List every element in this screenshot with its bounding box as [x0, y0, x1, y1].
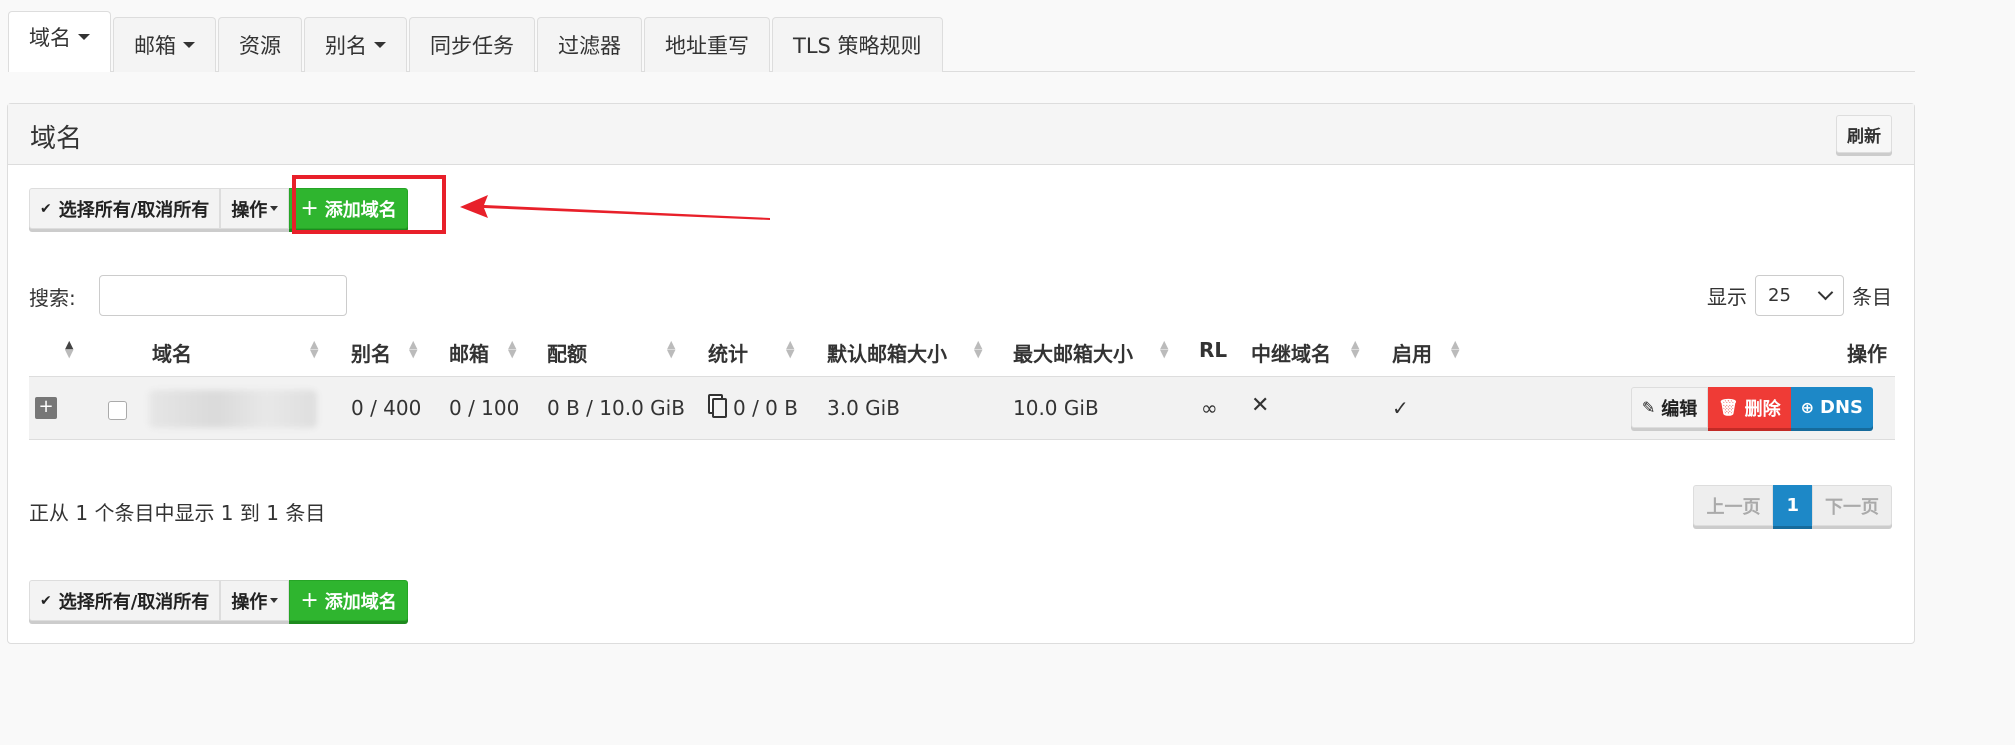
cell-max-mailbox-size: 10.0 GiB — [1013, 396, 1099, 420]
th-default-mailbox-size[interactable]: 默认邮箱大小 — [827, 338, 947, 367]
expand-row-button[interactable]: + — [35, 397, 57, 419]
sort-icon: ▲ ▼ — [786, 338, 795, 360]
sort-icon: ▲ ▼ — [508, 338, 517, 360]
cell-default-mailbox-size: 3.0 GiB — [827, 396, 900, 420]
row-actions: ✎ 编辑 🗑 删除 ⊕ DNS — [1630, 387, 1873, 428]
page-length-control: 显示 25 条目 — [1707, 275, 1892, 316]
select-all-button[interactable]: ✔ 选择所有/取消所有 — [29, 188, 221, 229]
tab-domains[interactable]: 域名 — [8, 11, 111, 72]
th-relay-domain[interactable]: 中继域名 — [1251, 338, 1331, 367]
row-checkbox[interactable] — [108, 401, 127, 420]
panel-heading: 域名 刷新 — [8, 104, 1914, 165]
add-domain-button-bottom[interactable]: + 添加域名 — [289, 580, 408, 621]
th-actions: 操作 — [1847, 342, 1887, 366]
chevron-down-icon — [1817, 284, 1834, 301]
prev-page-button[interactable]: 上一页 — [1693, 485, 1774, 526]
tab-address-rewriting[interactable]: 地址重写 — [644, 17, 770, 72]
search-input[interactable] — [99, 275, 347, 316]
th-domain[interactable]: 域名 — [152, 338, 192, 367]
table-row: + 0 / 400 0 / 100 0 B / 10.0 GiB 0 / 0 B… — [29, 376, 1895, 440]
tab-filters[interactable]: 过滤器 — [537, 17, 642, 72]
refresh-button[interactable]: 刷新 — [1836, 115, 1892, 153]
actions-dropdown-button[interactable]: 操作 — [220, 188, 290, 229]
th-max-mailbox-size[interactable]: 最大邮箱大小 — [1013, 338, 1133, 367]
actions-dropdown-button-bottom[interactable]: 操作 — [220, 580, 290, 621]
cell-quota: 0 B / 10.0 GiB — [547, 396, 685, 420]
plus-icon: + — [300, 588, 319, 613]
th-mailboxes[interactable]: 邮箱 — [449, 338, 489, 367]
edit-button[interactable]: ✎ 编辑 — [1630, 387, 1709, 428]
sort-icon: ▲ ▼ — [1351, 338, 1360, 360]
select-all-button-bottom[interactable]: ✔ 选择所有/取消所有 — [29, 580, 221, 621]
sort-icon: ▲ ▼ — [1160, 338, 1169, 360]
check-icon: ✓ — [1392, 396, 1409, 420]
highlight-annotation-box — [292, 175, 446, 234]
sort-icon[interactable]: ▲ ▼ — [65, 339, 73, 359]
th-rl[interactable]: RL — [1199, 338, 1227, 362]
cell-rl-infinity: ∞ — [1201, 396, 1218, 420]
th-quota[interactable]: 配额 — [547, 338, 587, 367]
caret-down-icon — [374, 42, 386, 48]
tab-aliases[interactable]: 别名 — [304, 17, 407, 72]
sort-icon: ▲ ▼ — [667, 338, 676, 360]
tab-mailboxes[interactable]: 邮箱 — [113, 17, 216, 72]
search-label: 搜索: — [29, 286, 76, 310]
th-stats[interactable]: 统计 — [708, 338, 748, 367]
table-header: ▲ ▼ 域名 ▲ ▼ 别名 ▲ ▼ 邮箱 ▲ ▼ 配额 ▲ ▼ 统计 ▲ ▼ 默认邮箱大小 … — [29, 326, 1895, 376]
tab-resources[interactable]: 资源 — [218, 17, 302, 72]
files-icon — [712, 398, 727, 418]
th-aliases[interactable]: 别名 — [351, 338, 391, 367]
caret-down-icon — [270, 206, 279, 211]
dns-button[interactable]: ⊕ DNS — [1790, 387, 1873, 428]
nav-tabs: 域名 邮箱 资源 别名 同步任务 过滤器 地址重写 TLS 策略规则 — [8, 11, 1915, 72]
trash-icon: 🗑 — [1718, 398, 1739, 417]
sort-icon: ▲ ▼ — [1451, 338, 1460, 360]
pencil-icon: ✎ — [1641, 398, 1656, 417]
cross-icon: ✕ — [1251, 393, 1270, 418]
sort-icon: ▲ ▼ — [310, 338, 319, 360]
caret-down-icon — [183, 42, 195, 48]
th-active[interactable]: 启用 — [1392, 338, 1432, 367]
bottom-toolbar: ✔ 选择所有/取消所有 操作 + 添加域名 — [29, 580, 408, 621]
cell-mailboxes: 0 / 100 — [449, 396, 520, 420]
double-check-icon: ✔ — [40, 592, 52, 609]
domain-name-redacted[interactable] — [149, 390, 317, 428]
caret-down-icon — [78, 34, 90, 40]
double-check-icon: ✔ — [40, 200, 52, 217]
tab-sync-jobs[interactable]: 同步任务 — [409, 17, 535, 72]
sort-icon: ▲ ▼ — [974, 338, 983, 360]
table-info: 正从 1 个条目中显示 1 到 1 条目 — [29, 501, 326, 525]
sort-icon: ▲ ▼ — [409, 338, 418, 360]
next-page-button[interactable]: 下一页 — [1812, 485, 1892, 526]
delete-button[interactable]: 🗑 删除 — [1708, 387, 1791, 428]
tab-tls-policy[interactable]: TLS 策略规则 — [772, 17, 943, 72]
globe-icon: ⊕ — [1800, 398, 1815, 417]
caret-down-icon — [270, 598, 279, 603]
pagination: 上一页 1 下一页 — [1693, 485, 1892, 526]
panel-title: 域名 — [30, 124, 83, 154]
cell-stats: 0 / 0 B — [708, 396, 798, 420]
page-1-button[interactable]: 1 — [1773, 485, 1812, 526]
annotation-arrow-icon — [460, 195, 770, 220]
page-length-select[interactable]: 25 — [1755, 275, 1844, 316]
cell-aliases: 0 / 400 — [351, 396, 422, 420]
